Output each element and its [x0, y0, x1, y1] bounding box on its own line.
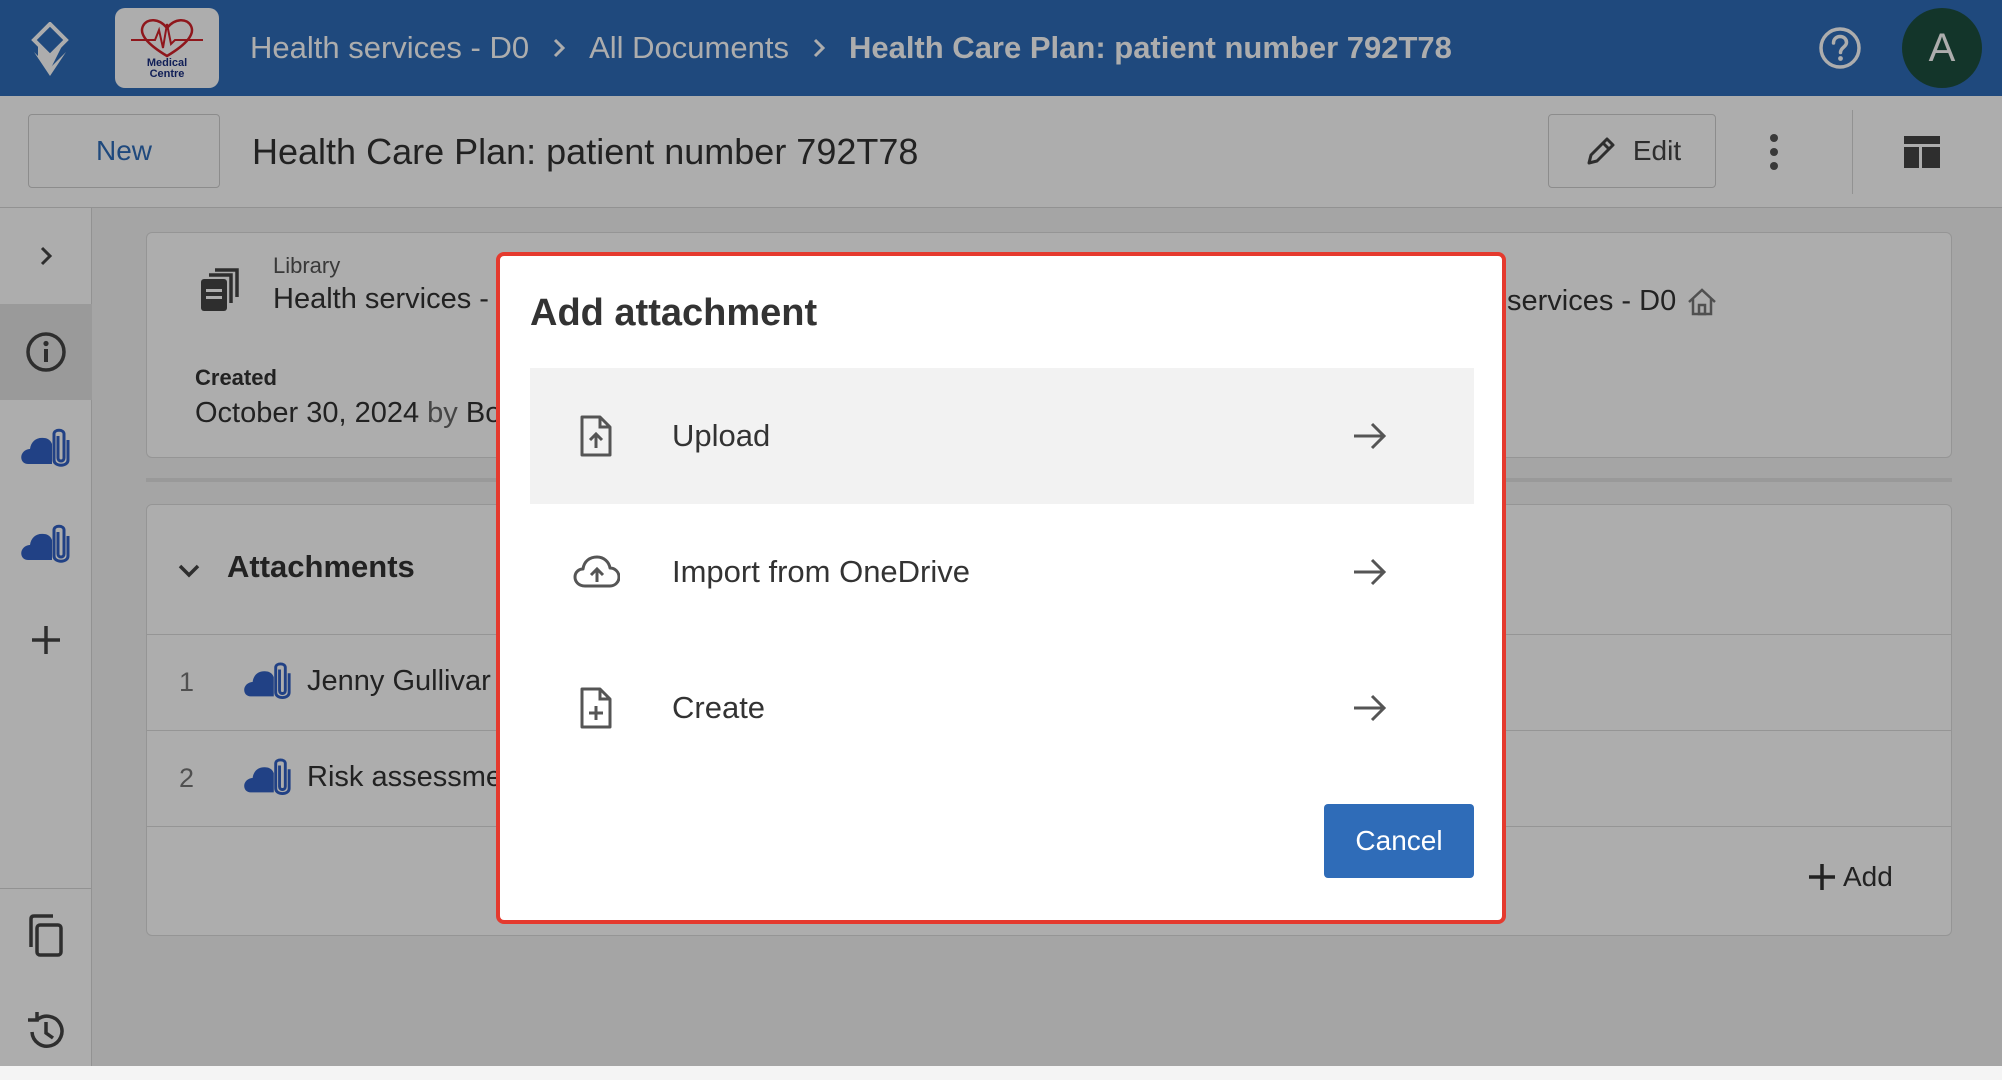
cloud-upload-icon	[573, 555, 620, 588]
option-create[interactable]: Create	[530, 640, 1474, 776]
cancel-button[interactable]: Cancel	[1324, 804, 1474, 878]
dialog-title: Add attachment	[530, 292, 818, 334]
option-label: Upload	[672, 418, 771, 453]
arrow-right-icon	[1354, 558, 1387, 586]
option-label: Create	[672, 690, 766, 725]
upload-file-icon	[580, 415, 612, 457]
option-label: Import from OneDrive	[672, 554, 971, 589]
new-file-icon	[580, 687, 612, 729]
option-upload[interactable]: Upload	[530, 368, 1474, 504]
option-import-onedrive[interactable]: Import from OneDrive	[530, 504, 1474, 640]
add-attachment-dialog: Add attachment Upload Import from OneDri…	[496, 252, 1506, 924]
arrow-right-icon	[1354, 422, 1387, 450]
arrow-right-icon	[1354, 694, 1387, 722]
